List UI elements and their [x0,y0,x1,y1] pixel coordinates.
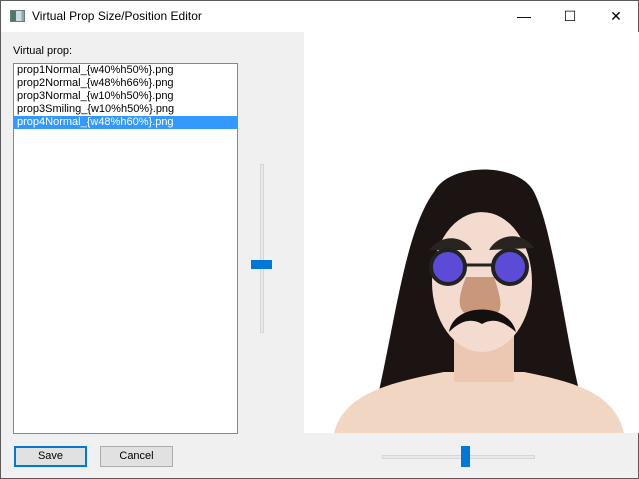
close-button[interactable]: ✕ [593,1,639,32]
horizontal-slider-track[interactable] [382,455,535,459]
vertical-slider-handle[interactable] [251,259,272,269]
title-bar: Virtual Prop Size/Position Editor — ☐ ✕ [1,1,638,32]
minimize-button[interactable]: — [501,1,547,32]
prop-list[interactable]: prop1Normal_{w40%h50%}.png prop2Normal_{w… [13,63,238,434]
app-icon [10,10,25,22]
maximize-button[interactable]: ☐ [547,1,593,32]
window-title: Virtual Prop Size/Position Editor [32,9,202,23]
save-button[interactable]: Save [14,446,87,467]
prop-list-item[interactable]: prop4Normal_{w48%h60%}.png [14,116,237,129]
preview-canvas[interactable] [304,32,639,433]
cancel-button[interactable]: Cancel [100,446,173,467]
prop-list-item[interactable]: prop3Smiling_{w10%h50%}.png [14,103,237,116]
prop-list-item[interactable]: prop2Normal_{w48%h66%}.png [14,77,237,90]
face-preview-image [334,169,624,433]
editor-window: Virtual Prop Size/Position Editor — ☐ ✕ … [0,0,639,479]
virtual-prop-label: Virtual prop: [13,45,73,57]
prop-list-item[interactable]: prop1Normal_{w40%h50%}.png [14,64,237,77]
prop-list-item[interactable]: prop3Normal_{w10%h50%}.png [14,90,237,103]
vertical-slider-track[interactable] [260,164,264,333]
horizontal-slider-handle[interactable] [460,446,470,467]
